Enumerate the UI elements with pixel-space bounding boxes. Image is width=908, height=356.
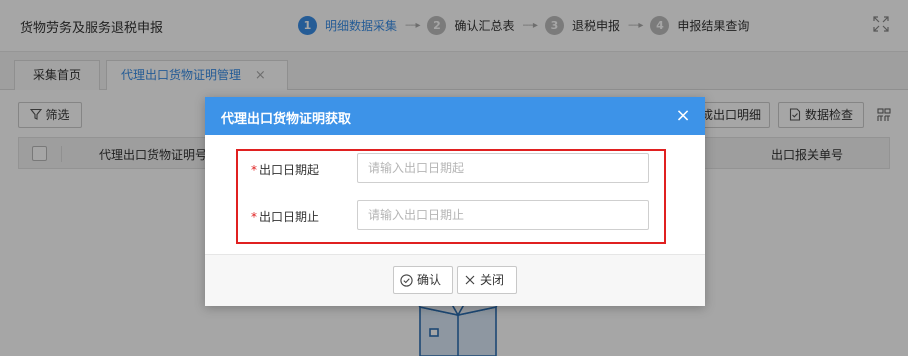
confirm-label: 确认 [417,273,442,287]
confirm-button[interactable]: 确认 [393,266,453,294]
start-date-input[interactable] [357,153,649,183]
start-date-label: * 出口日期起 [251,161,319,178]
cancel-label: 关闭 [480,273,505,287]
dialog-footer: 确认 关闭 [205,255,705,306]
required-mark: * [251,210,257,224]
required-mark: * [251,163,257,177]
check-circle-icon [400,273,413,287]
end-date-label: * 出口日期止 [251,208,319,225]
end-date-label-text: 出口日期止 [259,210,320,224]
fetch-certificate-dialog: 代理出口货物证明获取 × *出口日期起 *出口日期止 确认 关闭 [205,97,705,306]
x-icon [465,275,475,285]
dialog-title: 代理出口货物证明获取 [221,112,352,127]
cancel-button[interactable]: 关闭 [457,266,517,294]
close-icon[interactable]: × [673,106,693,126]
start-date-label-text: 出口日期起 [259,163,320,177]
dialog-header: 代理出口货物证明获取 × [205,97,705,135]
end-date-input[interactable] [357,200,649,230]
